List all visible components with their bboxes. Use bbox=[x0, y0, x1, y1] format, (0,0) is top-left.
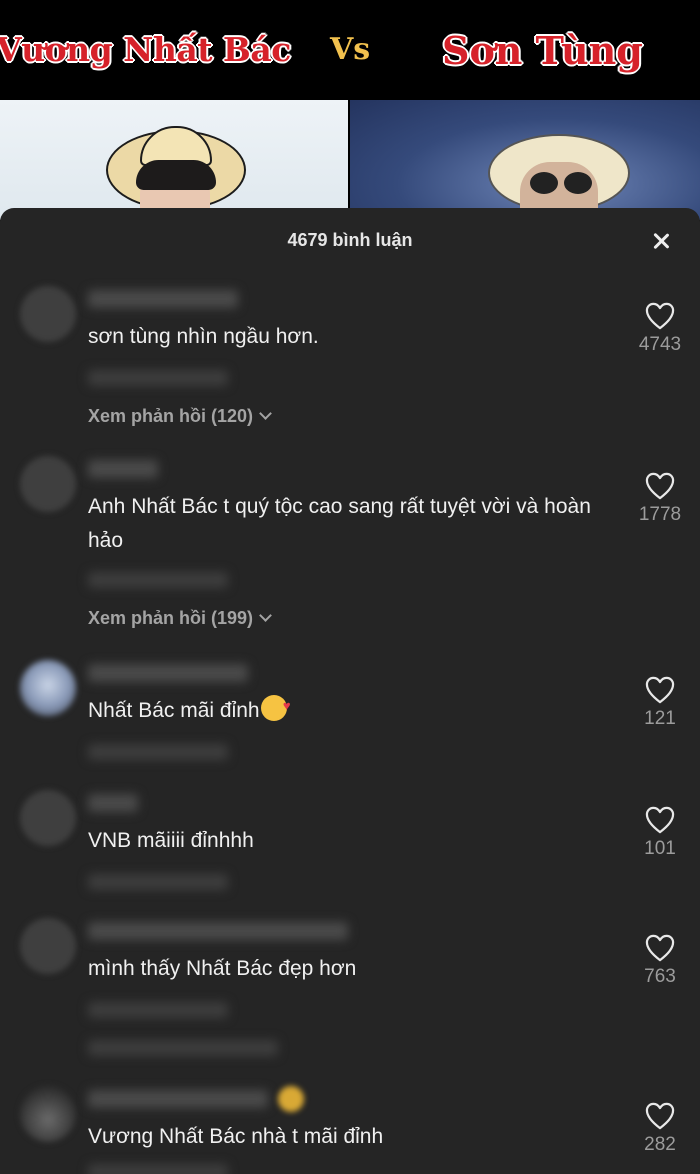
view-replies-button[interactable]: Xem phản hồi (199) bbox=[88, 608, 272, 629]
like-count: 763 bbox=[644, 966, 676, 987]
comments-count-title: 4679 bình luận bbox=[287, 230, 413, 250]
comment-meta-blurred bbox=[88, 1164, 228, 1174]
comment-text: sơn tùng nhìn ngầu hơn. bbox=[88, 325, 319, 348]
comments-header: 4679 bình luận bbox=[0, 208, 700, 278]
avatar[interactable] bbox=[20, 790, 76, 846]
smiling-face-with-hearts-icon bbox=[260, 689, 291, 723]
heart-icon bbox=[645, 302, 675, 330]
like-button[interactable]: 763 bbox=[630, 934, 690, 988]
username-blurred[interactable] bbox=[88, 664, 248, 682]
comment-text: VNB mãiiii đỉnhhh bbox=[88, 829, 254, 852]
sunglasses-shape bbox=[530, 172, 592, 194]
heart-icon bbox=[645, 676, 675, 704]
banner-vs: Vs bbox=[330, 32, 371, 67]
heart-icon bbox=[645, 1102, 675, 1130]
close-icon[interactable] bbox=[648, 228, 674, 254]
heart-icon bbox=[645, 472, 675, 500]
comment-meta-blurred bbox=[88, 370, 228, 386]
banner-left-name: Vương Nhất Bác bbox=[0, 30, 291, 69]
like-count: 121 bbox=[644, 708, 676, 729]
like-button[interactable]: 1778 bbox=[630, 472, 690, 526]
like-count: 1778 bbox=[638, 504, 682, 525]
comment-meta-blurred bbox=[88, 1002, 228, 1018]
chevron-down-icon bbox=[259, 609, 272, 622]
heart-icon bbox=[645, 934, 675, 962]
avatar[interactable] bbox=[20, 1086, 76, 1142]
comment-text: Anh Nhất Bác t quý tộc cao sang rất tuyệ… bbox=[88, 495, 591, 552]
heart-icon bbox=[645, 806, 675, 834]
like-button[interactable]: 101 bbox=[630, 806, 690, 860]
username-blurred[interactable] bbox=[88, 794, 138, 812]
like-count: 282 bbox=[644, 1134, 676, 1155]
view-replies-button[interactable]: Xem phản hồi (120) bbox=[88, 406, 272, 427]
comment-meta-blurred bbox=[88, 572, 228, 588]
view-replies-label: Xem phản hồi (199) bbox=[88, 608, 254, 628]
blurred-emoji-icon bbox=[278, 1086, 304, 1112]
left-photo bbox=[0, 100, 348, 220]
comment-text: Nhất Bác mãi đỉnh bbox=[88, 689, 608, 728]
username-blurred[interactable] bbox=[88, 1090, 268, 1108]
like-count: 4743 bbox=[638, 334, 682, 355]
comment-text: Vương Nhất Bác nhà t mãi đỉnh bbox=[88, 1125, 384, 1148]
video-preview[interactable] bbox=[0, 100, 700, 220]
username-blurred[interactable] bbox=[88, 290, 238, 308]
comment-text: mình thấy Nhất Bác đẹp hơn bbox=[88, 957, 357, 980]
comment-meta-blurred bbox=[88, 744, 228, 760]
like-button[interactable]: 282 bbox=[630, 1102, 690, 1156]
chevron-down-icon bbox=[259, 407, 272, 420]
comment-meta-blurred bbox=[88, 874, 228, 890]
banner-right-name: Sơn Tùng bbox=[442, 28, 643, 73]
hair-shape bbox=[136, 160, 216, 190]
avatar[interactable] bbox=[20, 286, 76, 342]
username-blurred[interactable] bbox=[88, 460, 158, 478]
video-title-banner: Vương Nhất Bác Vs Sơn Tùng bbox=[0, 0, 700, 100]
username-blurred[interactable] bbox=[88, 922, 348, 940]
view-replies-label: Xem phản hồi (120) bbox=[88, 406, 254, 426]
avatar[interactable] bbox=[20, 456, 76, 512]
like-button[interactable]: 121 bbox=[630, 676, 690, 730]
like-count: 101 bbox=[644, 838, 676, 859]
avatar[interactable] bbox=[20, 918, 76, 974]
comments-sheet: 4679 bình luận sơn tùng nhìn ngầu hơn. X… bbox=[0, 208, 700, 1174]
avatar[interactable] bbox=[20, 660, 76, 716]
like-button[interactable]: 4743 bbox=[630, 302, 690, 356]
comment-meta-blurred bbox=[88, 1040, 278, 1056]
comment-text-label: Nhất Bác mãi đỉnh bbox=[88, 699, 260, 722]
